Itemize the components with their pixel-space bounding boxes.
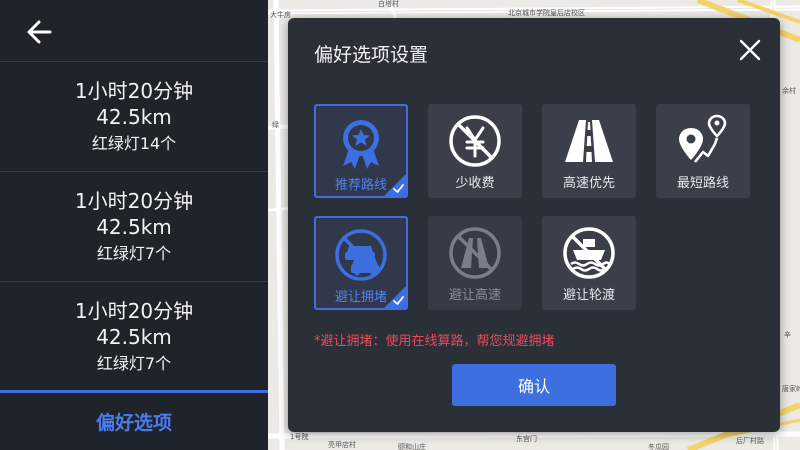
map-label: 1号院 xyxy=(290,433,309,441)
route-traffic-lights: 红绿灯14个 xyxy=(91,133,177,153)
no-ferry-icon xyxy=(563,227,615,279)
map-label: 绿 xyxy=(272,121,279,129)
map-label: 白塔村 xyxy=(378,0,399,8)
highway-icon xyxy=(565,120,613,162)
award-star-icon xyxy=(343,120,379,169)
traffic-jam-icon xyxy=(335,229,387,281)
checkmark-icon xyxy=(384,286,406,308)
confirm-button[interactable]: 确认 xyxy=(452,364,616,406)
no-highway-icon xyxy=(449,227,501,279)
map-label: 亮甲店村 xyxy=(328,441,356,449)
option-avoid-ferry[interactable]: 避让轮渡 xyxy=(542,216,636,310)
option-label: 避让高速 xyxy=(448,288,501,303)
route-item-1[interactable]: 1小时20分钟 42.5km 红绿灯14个 xyxy=(0,62,268,172)
route-distance: 42.5km xyxy=(96,214,172,239)
preferences-dialog: 偏好选项设置 推荐路线 少收费 高速优先 最短路线 避让拥堵 避让高速 避让轮渡… xyxy=(288,18,780,432)
route-time: 1小时20分钟 xyxy=(74,188,194,213)
checkmark-icon xyxy=(384,174,406,196)
map-label: 冬瓜园 xyxy=(648,443,669,450)
map-label: 东宫门 xyxy=(516,435,537,443)
map-label: 辛 xyxy=(784,331,791,339)
route-traffic-lights: 红绿灯7个 xyxy=(96,243,172,263)
map-label: 后厂村路 xyxy=(736,437,764,445)
option-label: 避让轮渡 xyxy=(562,288,615,303)
option-avoid-highway[interactable]: 避让高速 xyxy=(428,216,522,310)
preferences-tab[interactable]: 偏好选项 xyxy=(0,390,268,450)
map-label: 大牛房 xyxy=(270,11,291,19)
map-label: 唐家岭 xyxy=(782,385,800,393)
option-label: 高速优先 xyxy=(562,176,615,191)
route-distance: 42.5km xyxy=(96,324,172,349)
option-avoid-congestion[interactable]: 避让拥堵 xyxy=(314,216,408,310)
route-item-2[interactable]: 1小时20分钟 42.5km 红绿灯7个 xyxy=(0,172,268,282)
route-traffic-lights: 红绿灯7个 xyxy=(96,353,172,373)
back-arrow-icon[interactable] xyxy=(20,12,60,52)
option-less-toll[interactable]: 少收费 xyxy=(428,104,522,198)
option-label: 最短路线 xyxy=(676,176,729,191)
option-recommended[interactable]: 推荐路线 xyxy=(314,104,408,198)
route-time: 1小时20分钟 xyxy=(74,298,194,323)
option-shortest[interactable]: 最短路线 xyxy=(656,104,750,198)
yen-coin-icon xyxy=(449,115,501,167)
dialog-title: 偏好选项设置 xyxy=(314,44,429,66)
map-label: 颐和山庄 xyxy=(398,443,426,450)
route-pins-icon xyxy=(679,114,727,163)
option-label: 少收费 xyxy=(455,176,495,191)
route-distance: 42.5km xyxy=(96,104,172,129)
back-row xyxy=(0,0,268,62)
route-item-3[interactable]: 1小时20分钟 42.5km 红绿灯7个 xyxy=(0,282,268,392)
congestion-note: *避让拥堵：使用在线算路，帮您规避拥堵 xyxy=(314,334,555,349)
option-highway-first[interactable]: 高速优先 xyxy=(542,104,636,198)
route-time: 1小时20分钟 xyxy=(74,78,194,103)
map-label: 余村 xyxy=(782,87,796,95)
close-icon[interactable] xyxy=(736,36,764,64)
map-label: 北京城市学院皇后店校区 xyxy=(508,9,585,17)
route-list-panel: 1小时20分钟 42.5km 红绿灯14个 1小时20分钟 42.5km 红绿灯… xyxy=(0,0,268,450)
